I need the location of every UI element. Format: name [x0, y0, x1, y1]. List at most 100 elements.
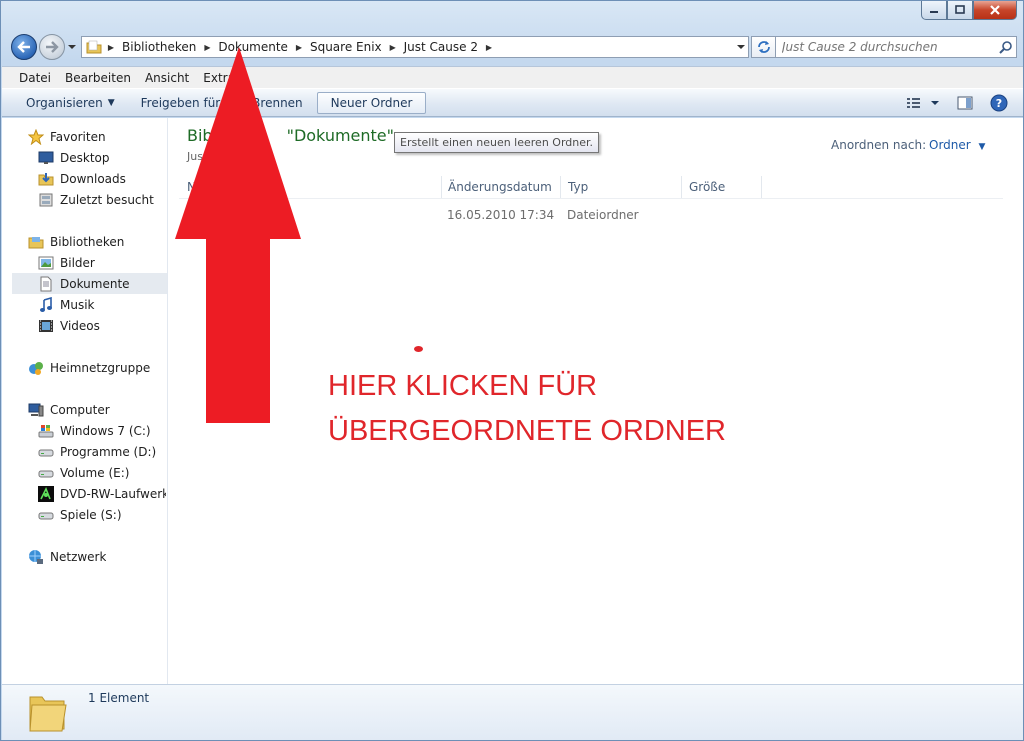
sidebar-item-label: Dokumente — [60, 276, 130, 291]
sidebar-item-musik[interactable]: Musik — [38, 294, 95, 315]
downloads-folder-icon — [38, 171, 54, 187]
minimize-button[interactable] — [921, 1, 947, 20]
breadcrumb-just-cause-2[interactable]: ▶ Just Cause 2 ▶ — [386, 37, 496, 57]
menu-datei[interactable]: Datei — [13, 71, 59, 85]
search-box[interactable] — [775, 36, 1017, 58]
sidebar-item-label: Computer — [50, 402, 110, 417]
column-header-label: Änderungsdatum — [448, 180, 552, 194]
sidebar-item-favoriten[interactable]: Favoriten — [28, 126, 106, 147]
music-icon — [38, 296, 54, 313]
folder-icon — [84, 39, 104, 55]
sidebar-item-label: Spiele (S:) — [60, 507, 122, 522]
sidebar-item-windows-c[interactable]: Windows 7 (C:) — [38, 420, 151, 441]
preview-pane-button[interactable] — [953, 92, 977, 114]
row-type[interactable]: Dateiordner — [567, 208, 639, 222]
breadcrumb-separator-icon[interactable]: ▶ — [104, 37, 118, 57]
menu-bearbeiten[interactable]: Bearbeiten — [59, 71, 139, 85]
sidebar-item-label: Zuletzt besucht — [60, 192, 154, 207]
view-list-icon — [907, 98, 939, 108]
annotation-dot — [414, 346, 423, 352]
recent-pages-chevron-icon[interactable] — [67, 42, 77, 52]
drive-icon — [38, 507, 54, 523]
close-button[interactable] — [973, 1, 1017, 20]
address-history-chevron-icon[interactable] — [736, 42, 746, 52]
red-arrow-annotation — [175, 47, 301, 423]
column-header-label: Größe — [689, 180, 726, 194]
annotation-line-1: HIER KLICKEN FÜR — [328, 370, 598, 402]
recent-places-icon — [38, 192, 54, 208]
new-folder-button[interactable]: Neuer Ordner — [316, 91, 427, 114]
column-header-type[interactable]: Typ — [561, 176, 682, 198]
libraries-icon — [28, 234, 44, 250]
sidebar-item-videos[interactable]: Videos — [38, 315, 100, 336]
breadcrumb-separator-icon[interactable]: ▶ — [386, 37, 400, 57]
breadcrumb-label[interactable]: Square Enix — [306, 40, 386, 54]
sidebar-item-label: Desktop — [60, 150, 110, 165]
dvd-drive-icon — [38, 485, 54, 502]
refresh-button[interactable] — [751, 36, 777, 58]
forward-button[interactable] — [39, 34, 65, 60]
documents-icon — [38, 276, 54, 292]
breadcrumb-label[interactable]: Just Cause 2 — [400, 40, 482, 54]
sidebar-item-label: Programme (D:) — [60, 444, 157, 459]
refresh-icon — [758, 41, 770, 53]
sidebar-item-label: Bilder — [60, 255, 95, 270]
sidebar-item-label: Videos — [60, 318, 100, 333]
column-header-modified[interactable]: Änderungsdatum — [441, 176, 561, 198]
sidebar-item-downloads[interactable]: Downloads — [38, 168, 126, 189]
sidebar-item-dvd-rw[interactable]: DVD-RW-Laufwerk ( — [38, 483, 166, 504]
maximize-button[interactable] — [947, 1, 973, 20]
caption-buttons — [921, 1, 1017, 20]
search-icon[interactable] — [996, 40, 1016, 54]
help-button[interactable]: ? — [987, 92, 1011, 114]
sidebar-item-label: Netzwerk — [50, 549, 107, 564]
breadcrumb-square-enix[interactable]: ▶ Square Enix — [292, 37, 386, 57]
sidebar-item-computer[interactable]: Computer — [28, 399, 110, 420]
svg-text:?: ? — [996, 97, 1002, 110]
pictures-icon — [38, 255, 54, 271]
sidebar-item-label: Favoriten — [50, 129, 106, 144]
videos-icon — [38, 318, 54, 334]
drive-icon — [38, 444, 54, 460]
sidebar-item-volume-e[interactable]: Volume (E:) — [38, 462, 129, 483]
chevron-down-icon: ▼ — [107, 97, 115, 108]
navigation-pane: Favoriten Desktop Downloads Zuletzt besu… — [2, 118, 168, 684]
desktop-icon — [38, 150, 54, 166]
help-icon: ? — [990, 94, 1008, 112]
sidebar-item-heimnetzgruppe[interactable]: Heimnetzgruppe — [28, 357, 150, 378]
sidebar-item-dokumente[interactable]: Dokumente — [12, 273, 167, 294]
sidebar-item-bibliotheken[interactable]: Bibliotheken — [28, 231, 124, 252]
back-arrow-icon — [17, 41, 30, 53]
chevron-down-icon: ▼ — [978, 142, 986, 152]
sidebar-item-zuletzt-besucht[interactable]: Zuletzt besucht — [38, 189, 154, 210]
minimize-icon — [930, 11, 938, 13]
organize-button[interactable]: Organisieren ▼ — [16, 92, 125, 114]
sidebar-item-label: DVD-RW-Laufwerk ( — [60, 486, 166, 501]
back-button[interactable] — [11, 34, 37, 60]
close-icon — [990, 4, 1000, 15]
breadcrumb-separator-icon[interactable]: ▶ — [482, 37, 496, 57]
item-count: 1 Element — [88, 691, 150, 705]
row-modified[interactable]: 16.05.2010 17:34 — [447, 208, 554, 222]
view-controls: ? — [903, 92, 1011, 114]
change-view-button[interactable] — [903, 92, 943, 114]
annotation-text: HIER KLICKEN FÜR ÜBERGEORDNETE ORDNER — [328, 364, 726, 454]
column-header-size[interactable]: Größe — [682, 176, 762, 198]
arrange-by-value: Ordner — [929, 138, 971, 152]
sidebar-item-label: Windows 7 (C:) — [60, 423, 151, 438]
arrange-by-dropdown[interactable]: Ordner ▼ — [929, 138, 985, 152]
address-row: ▶ Bibliotheken ▶ Dokumente ▶ Square Enix… — [9, 33, 1017, 61]
organize-label: Organisieren — [26, 95, 103, 110]
computer-icon — [28, 402, 44, 418]
search-input[interactable] — [776, 38, 996, 56]
command-bar: Organisieren ▼ Freigeben für ▼ Brennen N… — [2, 88, 1023, 117]
column-header-label: Typ — [568, 180, 589, 194]
sidebar-item-label: Musik — [60, 297, 95, 312]
sidebar-item-spiele-s[interactable]: Spiele (S:) — [38, 504, 122, 525]
sidebar-item-programme-d[interactable]: Programme (D:) — [38, 441, 156, 462]
star-icon — [28, 128, 44, 145]
sidebar-item-bilder[interactable]: Bilder — [38, 252, 95, 273]
sidebar-item-label: Volume (E:) — [60, 465, 130, 480]
sidebar-item-netzwerk[interactable]: Netzwerk — [28, 546, 106, 567]
sidebar-item-desktop[interactable]: Desktop — [38, 147, 110, 168]
